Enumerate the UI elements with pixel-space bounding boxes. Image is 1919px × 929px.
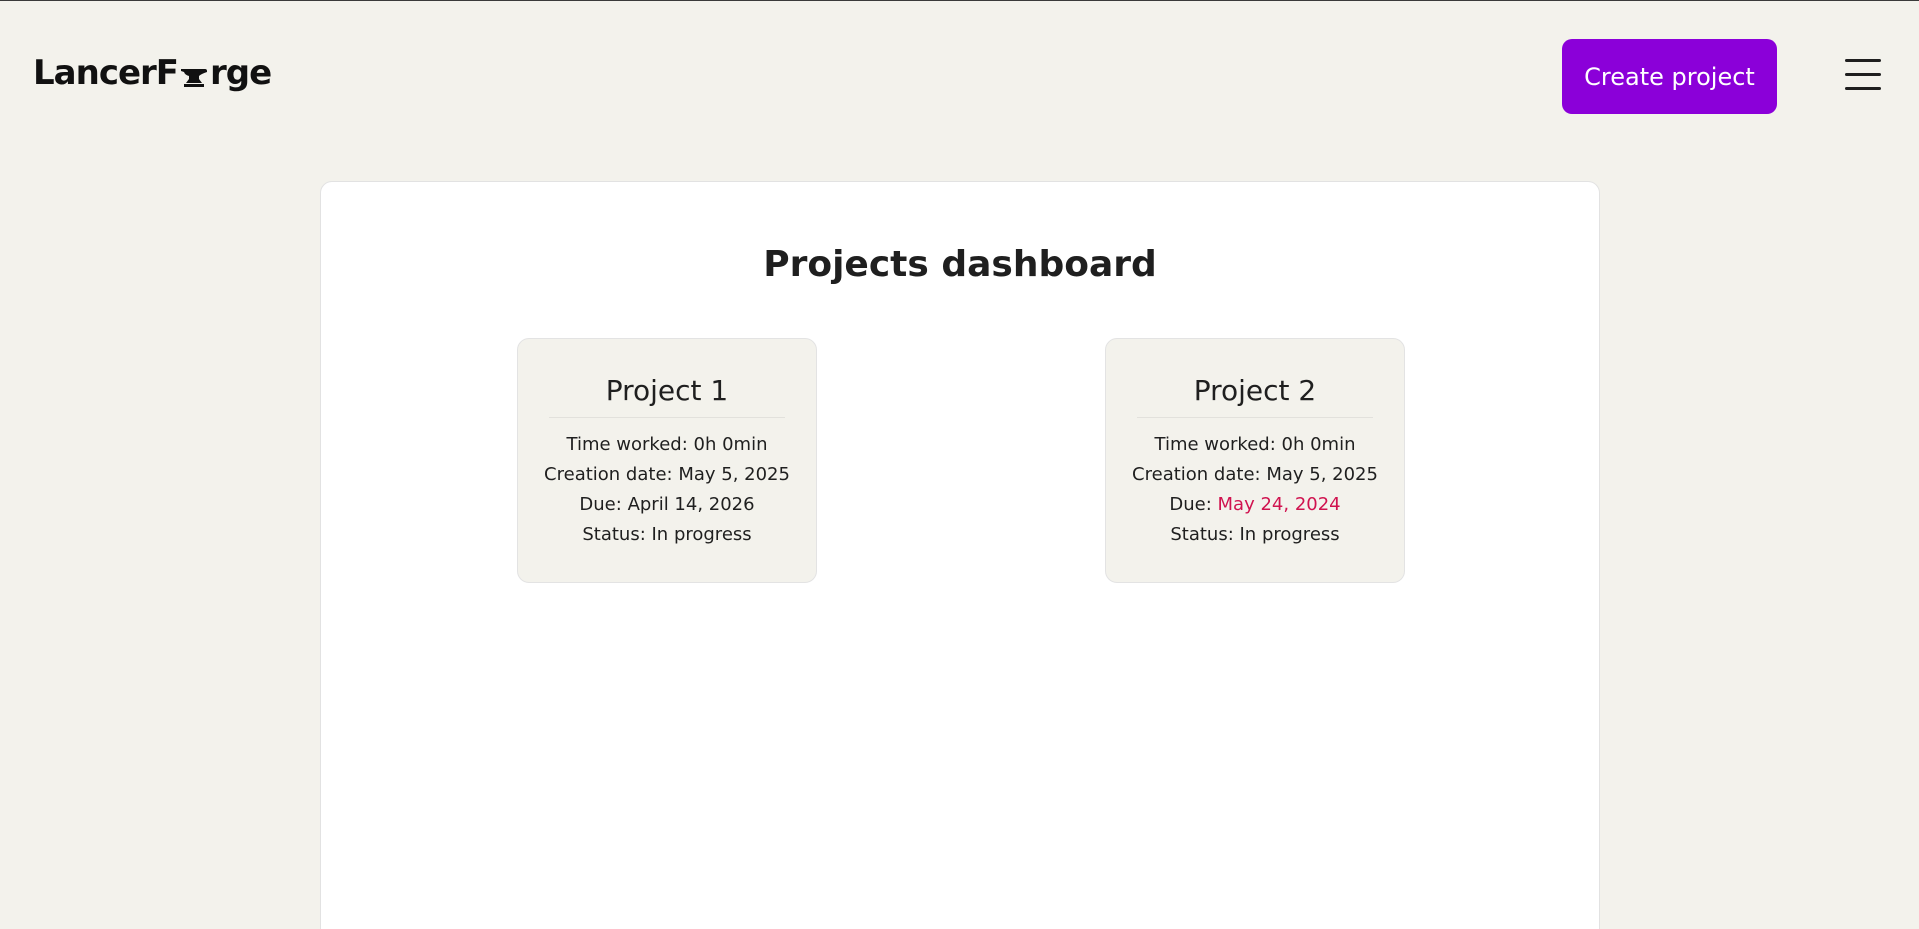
logo-text-left: LancerF bbox=[33, 53, 179, 93]
creation-date-line: Creation date: May 5, 2025 bbox=[1132, 464, 1378, 485]
due-date-overdue-value: May 24, 2024 bbox=[1217, 494, 1341, 515]
time-worked-value: 0h 0min bbox=[1281, 434, 1356, 455]
due-date-value: April 14, 2026 bbox=[627, 494, 755, 515]
time-worked-line: Time worked: 0h 0min bbox=[566, 434, 768, 455]
logo-text-right: rge bbox=[210, 53, 272, 93]
time-worked-value: 0h 0min bbox=[693, 434, 768, 455]
project-card[interactable]: Project 1 Time worked: 0h 0min Creation … bbox=[517, 338, 817, 583]
due-date-line: Due: April 14, 2026 bbox=[579, 494, 755, 515]
due-date-line: Due: May 24, 2024 bbox=[1169, 494, 1341, 515]
hamburger-menu-icon[interactable] bbox=[1845, 59, 1883, 93]
time-worked-line: Time worked: 0h 0min bbox=[1154, 434, 1356, 455]
creation-date-value: May 5, 2025 bbox=[678, 464, 790, 485]
creation-date-line: Creation date: May 5, 2025 bbox=[544, 464, 790, 485]
anvil-icon bbox=[179, 56, 209, 90]
status-value: In progress bbox=[651, 524, 752, 545]
project-title: Project 2 bbox=[1137, 374, 1373, 418]
project-card[interactable]: Project 2 Time worked: 0h 0min Creation … bbox=[1105, 338, 1405, 583]
page-title: Projects dashboard bbox=[763, 244, 1157, 285]
creation-date-value: May 5, 2025 bbox=[1266, 464, 1378, 485]
status-value: In progress bbox=[1239, 524, 1340, 545]
lancerforge-logo[interactable]: LancerF rge bbox=[33, 53, 272, 93]
project-title: Project 1 bbox=[549, 374, 785, 418]
top-header: LancerF rge Create project bbox=[0, 1, 1919, 151]
projects-dashboard-panel: Projects dashboard Project 1 Time worked… bbox=[320, 181, 1600, 929]
create-project-button[interactable]: Create project bbox=[1562, 39, 1777, 114]
status-line: Status: In progress bbox=[582, 524, 752, 545]
status-line: Status: In progress bbox=[1170, 524, 1340, 545]
